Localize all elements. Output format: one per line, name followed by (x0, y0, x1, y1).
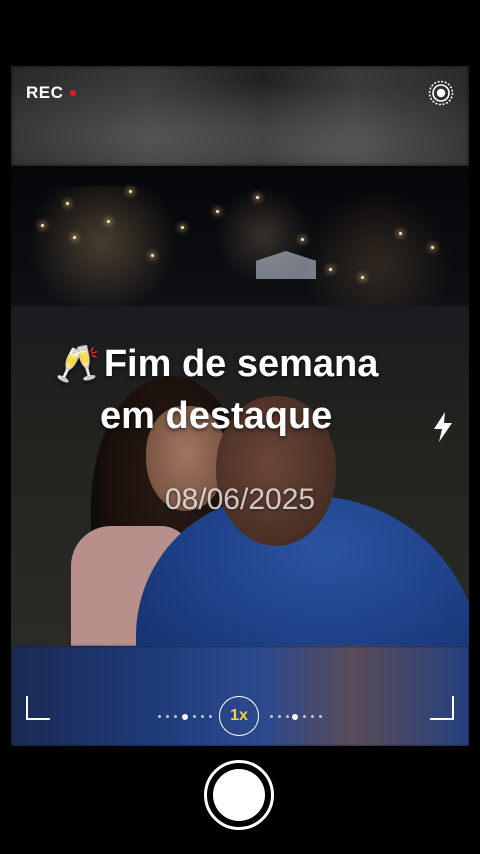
zoom-tick (158, 715, 161, 718)
city-light (66, 202, 69, 205)
zoom-tick (209, 715, 212, 718)
city-light (431, 246, 434, 249)
flash-icon[interactable] (431, 411, 455, 443)
city-light (329, 268, 332, 271)
city-light (181, 226, 184, 229)
title-text-line-1: Fim de semana (103, 343, 379, 385)
zoom-button[interactable]: 1x (219, 696, 259, 736)
zoom-tick (270, 715, 273, 718)
city-light (151, 254, 154, 257)
city-light (41, 224, 44, 227)
zoom-tick-major (292, 714, 298, 720)
city-light (399, 232, 402, 235)
city-lights-glow (11, 186, 469, 326)
viewfinder: 🥂 Fim de semana em destaque 08/06/2025 (11, 66, 469, 746)
frame-corner-bottom-right (430, 696, 454, 720)
zoom-tick (311, 715, 314, 718)
city-light (129, 190, 132, 193)
recording-dot-icon (70, 90, 76, 96)
zoom-scale-right[interactable] (268, 714, 328, 720)
zoom-tick-major (182, 714, 188, 720)
frame-corner-bottom-left (26, 696, 50, 720)
zoom-tick (201, 715, 204, 718)
zoom-tick (193, 715, 196, 718)
city-light (301, 238, 304, 241)
city-light (256, 196, 259, 199)
zoom-tick (286, 715, 289, 718)
zoom-tick (174, 715, 177, 718)
city-light (73, 236, 76, 239)
overlay-date: 08/06/2025 (164, 483, 316, 516)
city-light (107, 220, 110, 223)
rec-label: REC (26, 83, 64, 102)
zoom-tick (319, 715, 322, 718)
zoom-scale-left[interactable] (156, 714, 216, 720)
city-light (216, 210, 219, 213)
viewfinder-blur-top (11, 66, 469, 166)
title-line-1: 🥂 Fim de semana (55, 338, 378, 390)
zoom-tick (166, 715, 169, 718)
title-text-line-2: em destaque (100, 395, 333, 437)
zoom-tick (278, 715, 281, 718)
camera-screen: 🥂 Fim de semana em destaque 08/06/2025 RE… (0, 0, 480, 854)
city-light (361, 276, 364, 279)
shutter-inner[interactable] (213, 769, 265, 821)
zoom-tick (303, 715, 306, 718)
champagne-emoji: 🥂 (55, 343, 100, 384)
settings-ring-icon[interactable] (428, 80, 454, 106)
